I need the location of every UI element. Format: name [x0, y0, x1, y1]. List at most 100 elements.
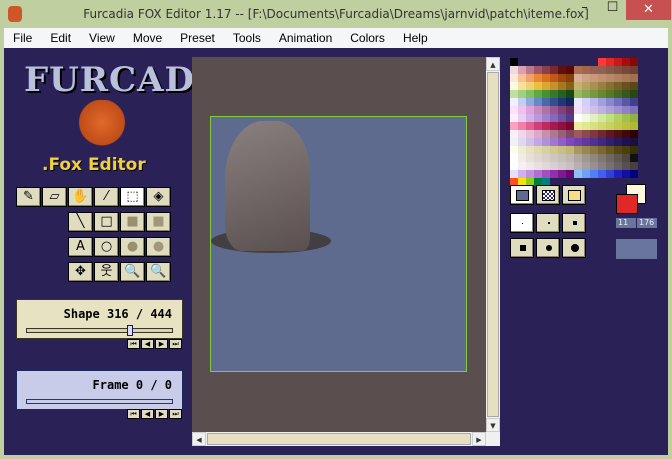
palette-color[interactable] [566, 90, 574, 98]
menu-edit[interactable]: Edit [41, 28, 80, 48]
palette-color[interactable] [550, 162, 558, 170]
palette-color[interactable] [630, 66, 638, 74]
horizontal-scrollbar[interactable]: ◀ ▶ [192, 432, 500, 446]
brush-size-5[interactable] [536, 238, 560, 258]
palette-color[interactable] [518, 154, 526, 162]
palette-color[interactable] [534, 114, 542, 122]
palette-color[interactable] [518, 90, 526, 98]
palette-color[interactable] [582, 130, 590, 138]
palette-color[interactable] [558, 106, 566, 114]
brush-size-6[interactable] [562, 238, 586, 258]
palette-color[interactable] [518, 82, 526, 90]
palette-color[interactable] [566, 98, 574, 106]
palette-color[interactable] [614, 98, 622, 106]
next-shape-button[interactable]: ▶ [155, 339, 168, 349]
palette-color[interactable] [526, 146, 534, 154]
palette-color[interactable] [566, 130, 574, 138]
palette-color[interactable] [510, 154, 518, 162]
palette-color[interactable] [510, 82, 518, 90]
palette-color[interactable] [558, 146, 566, 154]
palette-color[interactable] [534, 106, 542, 114]
palette-color[interactable] [526, 90, 534, 98]
palette-color[interactable] [614, 66, 622, 74]
palette-color[interactable] [558, 130, 566, 138]
brush-size-2[interactable] [536, 213, 560, 233]
palette-color[interactable] [510, 98, 518, 106]
palette-color[interactable] [614, 58, 622, 66]
select-tool-icon[interactable]: ⬚ [120, 187, 145, 207]
palette-color[interactable] [566, 74, 574, 82]
vertical-scrollbar[interactable]: ▲ ▼ [486, 57, 500, 432]
fill-tool-icon[interactable]: ◈ [146, 187, 171, 207]
palette-color[interactable] [614, 154, 622, 162]
palette-color[interactable] [582, 122, 590, 130]
palette-color[interactable] [590, 170, 598, 178]
filled-ellipse-noborder-tool-icon[interactable]: ● [146, 237, 171, 257]
palette-color[interactable] [558, 90, 566, 98]
palette-color[interactable] [606, 130, 614, 138]
palette-color[interactable] [542, 74, 550, 82]
palette-color[interactable] [542, 146, 550, 154]
palette-color[interactable] [542, 90, 550, 98]
palette-color[interactable] [574, 90, 582, 98]
palette-color[interactable] [598, 66, 606, 74]
palette-color[interactable] [598, 162, 606, 170]
palette-color[interactable] [590, 138, 598, 146]
palette-color[interactable] [566, 154, 574, 162]
rectangle-tool-icon[interactable]: □ [94, 212, 119, 232]
palette-color[interactable] [510, 58, 518, 66]
fill-mode-outline[interactable] [510, 185, 534, 205]
prev-frame-button[interactable]: ◀ [141, 409, 154, 419]
palette-color[interactable] [590, 82, 598, 90]
palette-color[interactable] [606, 154, 614, 162]
palette-color[interactable] [550, 106, 558, 114]
palette-color[interactable] [542, 122, 550, 130]
palette-color[interactable] [526, 58, 534, 66]
palette-color[interactable] [534, 146, 542, 154]
menu-preset[interactable]: Preset [171, 28, 224, 48]
palette-color[interactable] [622, 154, 630, 162]
palette-color[interactable] [606, 82, 614, 90]
palette-color[interactable] [606, 90, 614, 98]
palette-color[interactable] [598, 154, 606, 162]
palette-color[interactable] [518, 58, 526, 66]
palette-color[interactable] [550, 114, 558, 122]
filled-ellipse-tool-icon[interactable]: ● [120, 237, 145, 257]
menu-move[interactable]: Move [124, 28, 171, 48]
palette-color[interactable] [566, 122, 574, 130]
palette-color[interactable] [550, 146, 558, 154]
palette-color[interactable] [590, 90, 598, 98]
filled-rectangle-tool-icon[interactable]: ■ [120, 212, 145, 232]
palette-color[interactable] [510, 74, 518, 82]
palette-color[interactable] [630, 130, 638, 138]
brush-size-1[interactable] [510, 213, 534, 233]
palette-color[interactable] [622, 106, 630, 114]
palette-color[interactable] [614, 170, 622, 178]
palette-color[interactable] [622, 122, 630, 130]
eraser-tool-icon[interactable]: ▱ [42, 187, 67, 207]
palette-color[interactable] [550, 122, 558, 130]
palette-color[interactable] [582, 98, 590, 106]
palette-color[interactable] [630, 146, 638, 154]
palette-color[interactable] [558, 82, 566, 90]
palette-color[interactable] [630, 138, 638, 146]
palette-color[interactable] [574, 58, 582, 66]
palette-color[interactable] [590, 74, 598, 82]
palette-color[interactable] [590, 130, 598, 138]
pencil-tool-icon[interactable]: ✎ [16, 187, 41, 207]
frame-slider[interactable] [26, 399, 173, 404]
palette-color[interactable] [550, 90, 558, 98]
last-frame-button[interactable]: ⏭ [169, 409, 182, 419]
palette-color[interactable] [630, 58, 638, 66]
palette-color[interactable] [614, 106, 622, 114]
palette-color[interactable] [534, 170, 542, 178]
palette-color[interactable] [590, 114, 598, 122]
palette-color[interactable] [550, 130, 558, 138]
palette-color[interactable] [534, 66, 542, 74]
palette-color[interactable] [542, 162, 550, 170]
palette-color[interactable] [574, 154, 582, 162]
palette-color[interactable] [526, 114, 534, 122]
shape-slider-thumb[interactable] [127, 325, 134, 336]
palette-color[interactable] [526, 98, 534, 106]
brush-size-4[interactable] [510, 238, 534, 258]
